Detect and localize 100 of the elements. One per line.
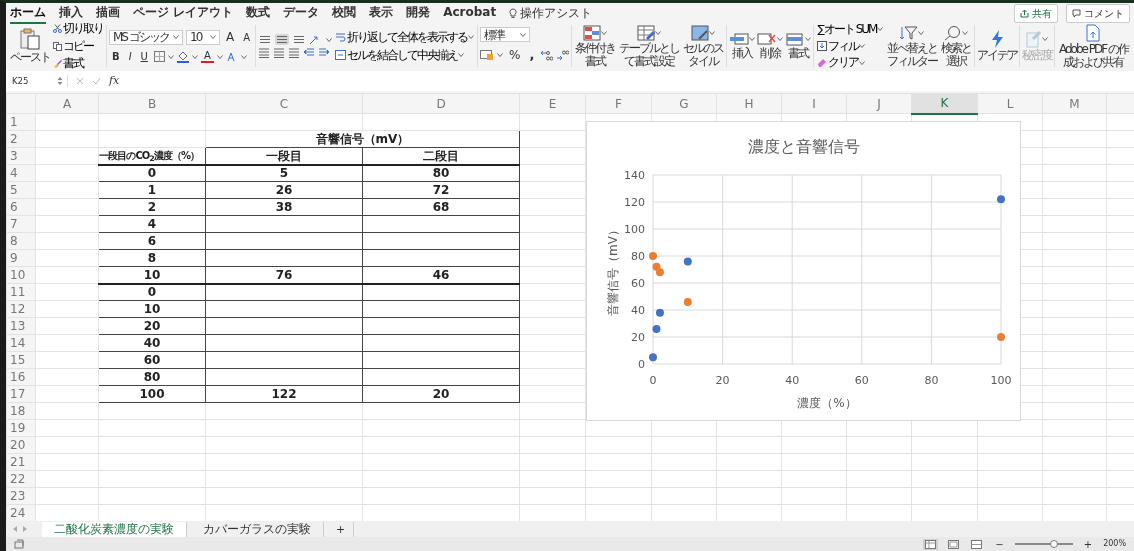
align-text-icon[interactable] — [273, 48, 286, 58]
normal-view-icon[interactable] — [923, 538, 939, 550]
zoom-level[interactable]: 200% — [1103, 538, 1126, 550]
cell-styles-button[interactable]: セルのスタイル — [682, 24, 725, 68]
axis-label: 20 — [715, 374, 730, 387]
menu-tab[interactable]: 数式 — [246, 2, 271, 24]
borders-icon[interactable] — [153, 51, 165, 62]
conditional-format-button[interactable]: 条件付き書式 — [574, 24, 617, 68]
column-header[interactable]: K — [911, 93, 978, 114]
menu-tab[interactable]: ホーム — [10, 2, 46, 24]
insert-function-button[interactable]: fx — [109, 72, 120, 90]
font-size-field[interactable]: 10 — [186, 29, 220, 45]
conditional-format-icon — [583, 24, 602, 41]
caret-icon — [859, 44, 866, 48]
caret-icon — [709, 30, 716, 35]
column-header[interactable]: G — [651, 93, 717, 114]
grow-font-button[interactable]: A — [223, 28, 238, 46]
autosum-button[interactable]: ∑オート SUM — [816, 23, 885, 37]
column-header[interactable]: M — [1042, 93, 1107, 114]
align-text-icon[interactable] — [258, 48, 271, 58]
axis-label: 120 — [624, 196, 645, 209]
fill-color-icon[interactable] — [176, 50, 189, 63]
align-button[interactable] — [292, 34, 307, 45]
font-color-button[interactable]: A — [200, 50, 214, 63]
column-header[interactable]: J — [846, 93, 912, 114]
format-as-table-button[interactable]: テーブルとして書式設定 — [618, 24, 681, 68]
tell-me-field[interactable]: 操作アシスト — [520, 4, 593, 22]
indent-increase-icon[interactable] — [318, 48, 331, 58]
table-cell: 80 — [98, 368, 206, 386]
search-icon — [944, 24, 963, 41]
column-header[interactable]: A — [35, 93, 99, 114]
menu-tab[interactable]: データ — [283, 2, 320, 24]
column-header[interactable]: L — [977, 93, 1043, 114]
align-button[interactable] — [258, 34, 273, 45]
accounting-icon[interactable] — [480, 50, 495, 60]
find-select-button[interactable]: 検索と選択 — [940, 24, 973, 68]
column-header[interactable]: I — [781, 93, 847, 114]
column-header[interactable]: D — [362, 93, 520, 114]
decimal-decrease-icon[interactable] — [556, 49, 570, 61]
align-icon — [259, 35, 272, 44]
table-cell: 72 — [362, 181, 520, 199]
adobe-pdf-button[interactable]: Adobe PDF の作成および共有 — [1057, 23, 1130, 69]
page-break-icon[interactable] — [969, 538, 985, 550]
delete-button[interactable]: 削除 — [757, 31, 784, 61]
format-button[interactable]: 書式 — [785, 31, 812, 61]
menu-tab[interactable]: 挿入 — [59, 2, 83, 24]
caret-icon — [655, 30, 662, 35]
table-cell: 20 — [98, 317, 206, 335]
zoom-out-button[interactable]: − — [992, 536, 1007, 551]
column-header[interactable]: H — [716, 93, 782, 114]
sort-filter-button[interactable]: 並べ替えとフィルター — [886, 24, 939, 68]
paste-button[interactable]: ペースト — [10, 27, 50, 65]
comma-button[interactable]: , — [526, 45, 538, 65]
merge-center-button[interactable]: セルを結合して中央揃え — [334, 47, 476, 63]
sheet-tab[interactable]: カバーガラスの実験 — [191, 521, 324, 537]
bold-button[interactable]: B — [109, 49, 123, 64]
indent-decrease-icon[interactable] — [303, 48, 316, 58]
shrink-font-button[interactable]: A — [240, 29, 254, 45]
caret-icon — [468, 35, 475, 40]
cut-button[interactable]: 切り取り — [52, 23, 104, 36]
comment-icon — [1072, 8, 1081, 18]
underline-button[interactable]: U — [137, 49, 151, 64]
italic-button[interactable]: I — [125, 49, 135, 64]
number-format-field[interactable]: 標準 — [480, 27, 531, 43]
axis-label: 80 — [924, 374, 939, 387]
stepper-icon[interactable] — [57, 76, 63, 86]
insert-button[interactable]: 挿入 — [729, 31, 756, 61]
decimal-increase-icon[interactable] — [540, 49, 554, 61]
menu-tab[interactable]: 表示 — [369, 2, 394, 24]
font-name-field[interactable]: MS ゴシック — [109, 29, 183, 45]
share-button[interactable]: 共有 — [1014, 3, 1058, 23]
fill-button[interactable]: フィル — [816, 38, 885, 54]
table-format-icon — [637, 24, 656, 41]
column-header[interactable]: F — [585, 93, 652, 114]
menu-tab[interactable]: 開発 — [406, 2, 431, 24]
sheet-tab[interactable]: 二酸化炭素濃度の実験 — [42, 521, 187, 537]
page-layout-icon[interactable] — [946, 538, 962, 550]
menu-tab[interactable]: ページ レイアウト — [133, 2, 234, 24]
clear-button[interactable]: クリア — [816, 55, 885, 69]
percent-button[interactable]: % — [506, 46, 524, 64]
menu-tab[interactable]: 校閲 — [332, 2, 357, 24]
align-text-icon[interactable] — [288, 48, 301, 58]
format-painter-button[interactable]: 書式 — [52, 56, 104, 69]
add-sheet-button[interactable]: + — [328, 521, 355, 537]
ideas-button[interactable]: アイデア — [977, 29, 1018, 63]
zoom-in-button[interactable]: + — [1080, 536, 1096, 551]
table-cell: 80 — [362, 164, 520, 182]
wrap-text-button[interactable]: 折り返して全体を表示する — [334, 29, 476, 45]
axis-label: 100 — [990, 374, 1012, 387]
menu-tab[interactable]: 描画 — [96, 2, 120, 24]
axis-label: 80 — [631, 250, 645, 263]
copy-button[interactable]: コピー — [52, 38, 104, 54]
align-button[interactable] — [275, 34, 290, 45]
column-header[interactable]: B — [98, 93, 206, 114]
slider-thumb[interactable] — [1050, 540, 1059, 548]
name-box[interactable]: K25 — [12, 74, 29, 88]
menu-tab[interactable]: Acrobat — [443, 2, 497, 24]
column-header[interactable]: E — [519, 93, 586, 114]
table-header: 一段目のCO$_{2}$濃度（%） — [98, 147, 206, 165]
column-header[interactable]: C — [205, 93, 363, 114]
